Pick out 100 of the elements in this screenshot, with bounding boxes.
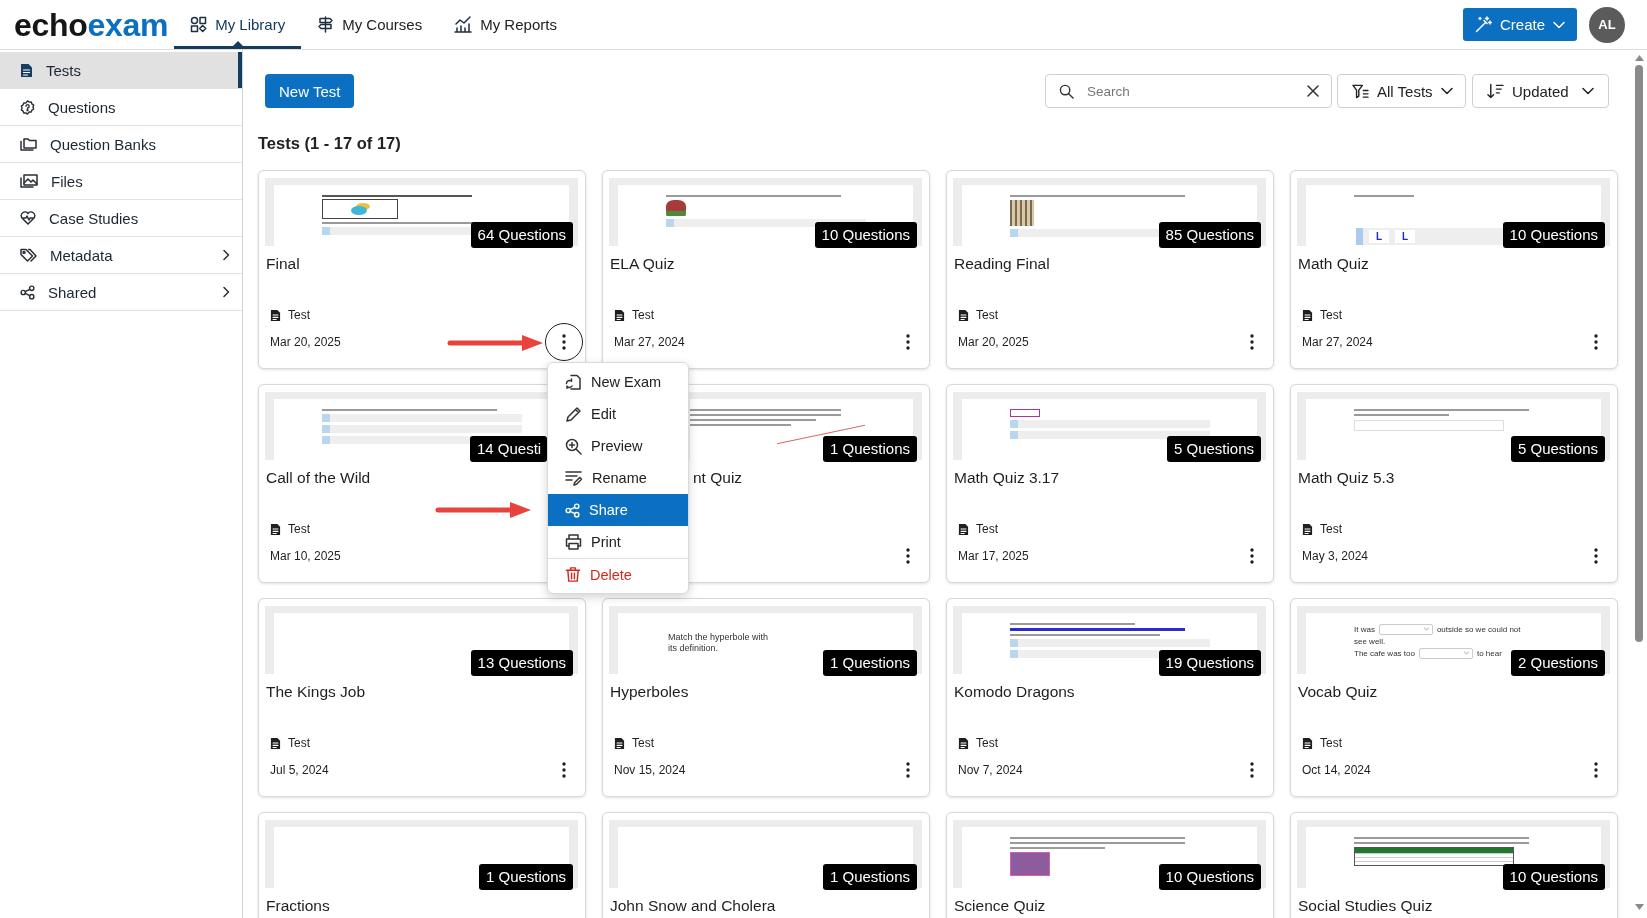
- test-card[interactable]: 1 Questions Fractions: [258, 812, 586, 918]
- kebab-icon: [1250, 762, 1254, 778]
- scrollbar-thumb[interactable]: [1635, 65, 1643, 642]
- test-type-label: Test: [1320, 736, 1342, 750]
- test-card[interactable]: 85 Questions Reading Final Test Mar 20, 2025: [946, 170, 1274, 369]
- logo[interactable]: echoexam: [14, 6, 169, 43]
- scroll-up-icon: [1634, 55, 1644, 61]
- chart-icon: [454, 16, 473, 33]
- new-test-button[interactable]: New Test: [265, 74, 355, 108]
- filter-dropdown[interactable]: All Tests: [1337, 74, 1466, 108]
- kebab-icon: [1594, 548, 1598, 564]
- sidebar-item[interactable]: Tests: [0, 52, 242, 89]
- test-type-label: Test: [288, 308, 310, 322]
- test-type-label: Test: [632, 736, 654, 750]
- sentence-text: The cafe was too: [1354, 648, 1415, 658]
- test-card[interactable]: It was outside so we could not see well. The cafe was too to hear 2 Questions Vocab Quiz Test Oct 14, 2024: [1290, 598, 1618, 797]
- question-count-badge: 13 Questions: [470, 650, 573, 676]
- sidebar-label: Questions: [48, 98, 116, 116]
- test-date: Mar 10, 2025: [270, 549, 341, 563]
- pencil-icon: [565, 405, 582, 423]
- question-count-badge: 10 Questions: [1502, 222, 1605, 248]
- question-count-badge: 5 Questions: [1510, 436, 1605, 462]
- question-count-badge: 10 Questions: [1502, 864, 1605, 890]
- sidebar-label: Files: [51, 172, 83, 190]
- dropdown-field[interactable]: [1418, 647, 1473, 659]
- dropdown-field[interactable]: [1378, 623, 1433, 635]
- tags-icon: [20, 247, 37, 263]
- document-icon: [614, 736, 625, 750]
- option-marker-icon: [1356, 228, 1363, 245]
- chevron-down-icon: [1440, 87, 1453, 95]
- sidebar-item[interactable]: Question Banks: [0, 126, 242, 163]
- sidebar-label: Tests: [46, 61, 81, 79]
- test-card[interactable]: 1 Questions John Snow and Cholera: [602, 812, 930, 918]
- sidebar-item[interactable]: Questions: [0, 89, 242, 126]
- document-icon: [1302, 522, 1313, 536]
- test-card[interactable]: Match the hyperbole with its definition. 1 Questions Hyperboles Test Nov 15, 2024: [602, 598, 930, 797]
- document-icon: [270, 736, 281, 750]
- chevron-down-icon: [1582, 87, 1594, 95]
- scroll-down-icon: [1634, 904, 1644, 910]
- sentence-text: see well.: [1354, 636, 1386, 646]
- test-title: ELA Quiz: [610, 254, 675, 274]
- test-title: John Snow and Cholera: [610, 896, 776, 916]
- sentence-text: outside so we could not: [1436, 624, 1521, 634]
- document-icon: [958, 522, 969, 536]
- test-card[interactable]: 5 Questions Math Quiz 5.3 Test May 3, 2024: [1290, 384, 1618, 583]
- question-count-badge: 85 Questions: [1158, 222, 1261, 248]
- test-date: Mar 27, 2024: [614, 335, 685, 349]
- test-title: Fractions: [266, 896, 330, 916]
- nav-tab[interactable]: My Reports: [438, 0, 573, 49]
- sidebar-label: Question Banks: [50, 135, 156, 153]
- menu-item[interactable]: Share: [548, 494, 688, 526]
- test-card[interactable]: 19 Questions Komodo Dragons Test Nov 7, 2024: [946, 598, 1274, 797]
- nav-tab[interactable]: My Library: [174, 0, 302, 49]
- search-field[interactable]: Search: [1045, 74, 1332, 108]
- nav-tab[interactable]: My Courses: [301, 0, 439, 49]
- sort-icon: [1487, 83, 1504, 99]
- test-title: Komodo Dragons: [954, 682, 1075, 702]
- test-card[interactable]: 10 Questions Science Quiz: [946, 812, 1274, 918]
- question-count-badge: 14 Questi: [470, 436, 548, 462]
- kebab-icon: [1594, 334, 1598, 350]
- sidebar-item[interactable]: Shared: [0, 274, 242, 311]
- sort-dropdown[interactable]: Updated: [1472, 74, 1609, 108]
- share-icon: [20, 284, 35, 300]
- sidebar-label: Metadata: [50, 246, 113, 264]
- sidebar-label: Shared: [48, 283, 97, 301]
- test-card[interactable]: 13 Questions The Kings Job Test Jul 5, 2024: [258, 598, 586, 797]
- user-avatar[interactable]: AL: [1589, 6, 1625, 43]
- heart-pulse-icon: [20, 211, 36, 225]
- test-card[interactable]: 10 Questions ELA Quiz Test Mar 27, 2024: [602, 170, 930, 369]
- test-card[interactable]: 10 Questions Social Studies Quiz: [1290, 812, 1618, 918]
- kebab-icon: [906, 762, 910, 778]
- answer-tile: L: [1369, 230, 1389, 243]
- document-sync-icon: [565, 373, 582, 391]
- test-card[interactable]: 5 Questions Math Quiz 3.17 Test Mar 17, 2025: [946, 384, 1274, 583]
- question-gear-icon: [20, 99, 35, 115]
- test-title: Math Quiz 3.17: [954, 468, 1060, 488]
- sidebar-label: Case Studies: [49, 209, 139, 227]
- test-card[interactable]: L L 10 Questions Math Quiz Test Mar 27, 2024: [1290, 170, 1618, 369]
- test-title: Call of the Wild: [266, 468, 371, 488]
- zoom-in-icon: [565, 437, 582, 455]
- shapes-icon: [190, 16, 208, 33]
- create-button[interactable]: Create: [1462, 8, 1577, 41]
- menu-item[interactable]: Delete: [548, 558, 688, 590]
- question-count-badge: 10 Questions: [1158, 864, 1261, 890]
- signpost-icon: [317, 16, 335, 33]
- sidebar-item[interactable]: Metadata: [0, 237, 242, 274]
- document-icon: [614, 308, 625, 322]
- images-icon: [20, 174, 38, 188]
- test-date: Jul 5, 2024: [270, 763, 329, 777]
- close-icon: [1307, 85, 1319, 97]
- test-title: Science Quiz: [954, 896, 1046, 916]
- sidebar-item[interactable]: Case Studies: [0, 200, 242, 237]
- test-title: Vocab Quiz: [1298, 682, 1378, 702]
- test-date: May 3, 2024: [1302, 549, 1369, 563]
- answer-tile: L: [1395, 230, 1415, 243]
- test-type-label: Test: [976, 308, 998, 322]
- test-title: Math Quiz: [1298, 254, 1369, 274]
- test-date: Mar 20, 2025: [958, 335, 1029, 349]
- sentence-text: to hear: [1476, 648, 1502, 658]
- sidebar-item[interactable]: Files: [0, 163, 242, 200]
